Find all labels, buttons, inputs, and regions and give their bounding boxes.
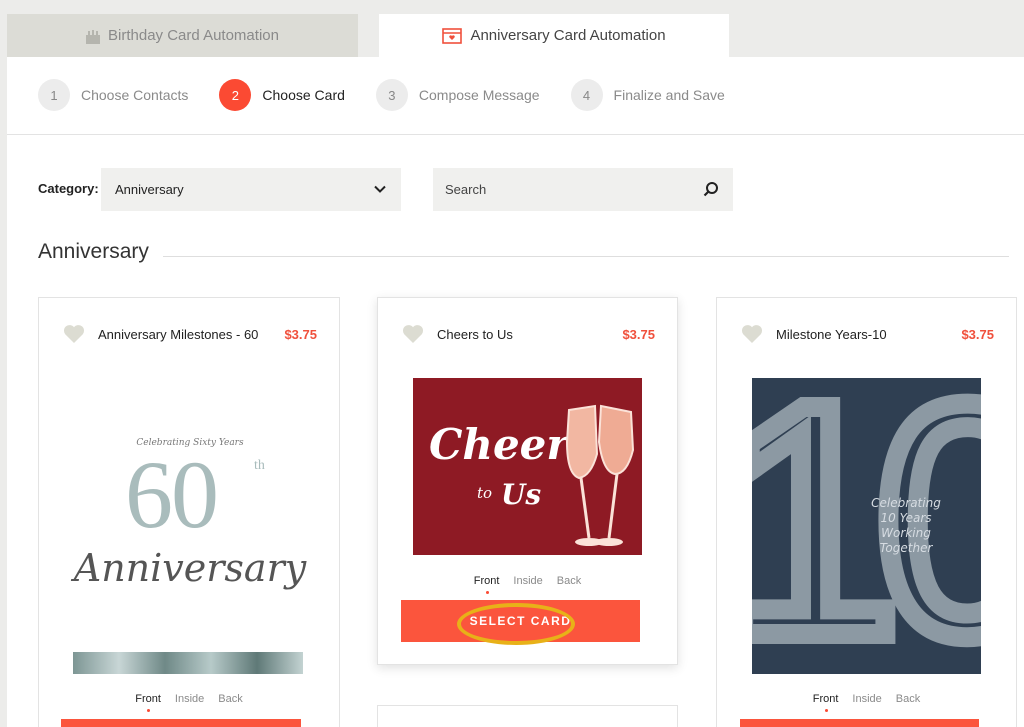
card-name: Milestone Years-10: [776, 327, 887, 342]
step-label: Finalize and Save: [613, 87, 725, 103]
category-label: Category:: [38, 181, 99, 196]
view-back[interactable]: Back: [557, 575, 581, 587]
card-price: $3.75: [961, 327, 994, 342]
section-title: Anniversary: [38, 240, 149, 263]
card-icon: [442, 27, 463, 44]
select-card-button[interactable]: SELECT CARD: [401, 600, 640, 645]
view-inside[interactable]: Inside: [513, 575, 542, 587]
heart-icon[interactable]: [741, 324, 763, 349]
search-placeholder: Search: [445, 182, 487, 197]
step-label: Choose Contacts: [81, 87, 189, 103]
search-icon[interactable]: [703, 181, 719, 200]
step-label: Choose Card: [262, 87, 345, 103]
step-number: 2: [219, 79, 252, 111]
category-select[interactable]: Anniversary: [101, 168, 401, 211]
step-label: Compose Message: [418, 87, 540, 103]
tab-anniversary-card-automation[interactable]: Anniversary Card Automation: [379, 14, 729, 57]
card-header: Cheers to Us $3.75: [378, 320, 677, 348]
card-art-script: Anniversary: [73, 546, 307, 590]
view-front[interactable]: Front: [813, 693, 838, 712]
card-tile[interactable]: Cheers to Us $3.75 Cheers to Us Front In…: [377, 297, 678, 665]
divider: [7, 134, 1024, 135]
card-view-options: Front Inside Back: [717, 693, 1016, 712]
view-inside[interactable]: Inside: [175, 693, 204, 705]
card-price: $3.75: [622, 327, 655, 342]
card-name: Anniversary Milestones - 60: [98, 327, 259, 342]
highlight-ring: [457, 603, 575, 645]
card-art-line: Celebrating: [871, 496, 941, 510]
card-art-suffix: th: [254, 458, 265, 473]
card-preview-image[interactable]: Celebrating Sixty Years 60 th Anniversar…: [73, 378, 307, 678]
search-input[interactable]: Search: [433, 168, 733, 211]
category-value: Anniversary: [115, 182, 184, 197]
heart-icon[interactable]: [402, 324, 424, 349]
tab-label: Birthday Card Automation: [108, 27, 279, 44]
view-inside[interactable]: Inside: [852, 693, 881, 705]
card-tile[interactable]: Milestone Years-10 $3.75 10 Celebrating …: [716, 297, 1017, 727]
card-tile[interactable]: Anniversary Milestones - 60 $3.75 Celebr…: [38, 297, 340, 727]
card-header: Milestone Years-10 $3.75: [717, 320, 1016, 348]
card-preview-image[interactable]: 10 Celebrating 10 Years Working Together: [752, 378, 981, 674]
main-panel: 1 Choose Contacts 2 Choose Card 3 Compos…: [7, 57, 1024, 727]
card-art-line: 10 Years: [880, 511, 932, 525]
heart-icon[interactable]: [63, 324, 85, 349]
view-back[interactable]: Back: [218, 693, 242, 705]
chevron-down-icon: [373, 182, 387, 199]
birthday-cake-icon: [86, 28, 101, 44]
select-card-button[interactable]: [61, 719, 301, 727]
card-preview-image[interactable]: Cheers to Us: [413, 378, 642, 555]
card-price: $3.75: [284, 327, 317, 342]
tab-birthday-card-automation[interactable]: Birthday Card Automation: [7, 14, 358, 57]
step-number: 1: [38, 79, 70, 111]
step-choose-card[interactable]: 2 Choose Card: [219, 79, 345, 111]
card-art-script-2: Us: [501, 478, 542, 511]
step-number: 4: [570, 79, 603, 111]
view-front[interactable]: Front: [474, 575, 499, 594]
step-number: 3: [375, 79, 408, 111]
step-choose-contacts[interactable]: 1 Choose Contacts: [38, 79, 188, 111]
view-front[interactable]: Front: [135, 693, 161, 712]
card-art-number: 60: [125, 441, 219, 548]
card-art-foil-strip: [73, 652, 303, 674]
card-view-options: Front Inside Back: [378, 575, 677, 594]
step-compose-message[interactable]: 3 Compose Message: [375, 79, 540, 111]
card-view-options: Front Inside Back: [39, 693, 339, 712]
champagne-glasses-icon: [565, 404, 635, 546]
card-tile[interactable]: [377, 705, 678, 727]
view-back[interactable]: Back: [896, 693, 920, 705]
card-art-message: Celebrating 10 Years Working Together: [856, 496, 956, 556]
stepper: 1 Choose Contacts 2 Choose Card 3 Compos…: [38, 79, 756, 111]
tab-label: Anniversary Card Automation: [470, 27, 666, 44]
section-divider: [163, 256, 1009, 257]
card-art-small: to: [477, 484, 493, 502]
select-card-button[interactable]: [740, 719, 979, 727]
card-art-line: Working: [881, 526, 931, 540]
card-name: Cheers to Us: [437, 327, 513, 342]
card-header: Anniversary Milestones - 60 $3.75: [39, 320, 339, 348]
card-art-line: Together: [879, 541, 933, 555]
step-finalize-and-save[interactable]: 4 Finalize and Save: [570, 79, 725, 111]
